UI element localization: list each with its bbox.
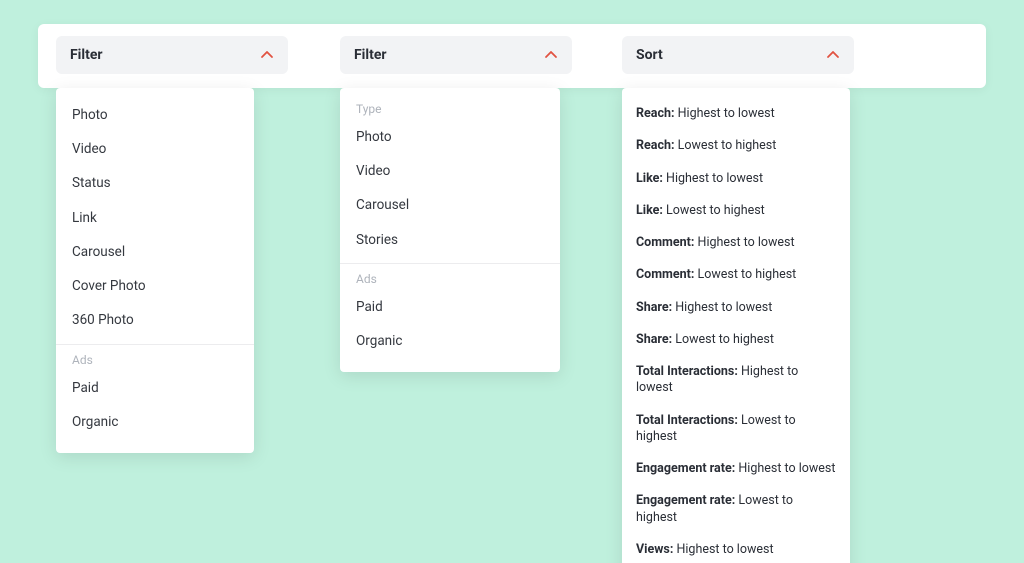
filter-toggle-2[interactable]: Filter (340, 36, 572, 74)
sort-header-label: Sort (636, 47, 663, 63)
sort-item[interactable]: Engagement rate: Lowest to highest (622, 485, 850, 534)
sort-item[interactable]: Total Interactions: Lowest to highest (622, 405, 850, 454)
sort-item[interactable]: Like: Highest to lowest (622, 163, 850, 195)
filter-item[interactable]: Photo (340, 120, 560, 154)
sort-item[interactable]: Engagement rate: Highest to lowest (622, 453, 850, 485)
sort-item[interactable]: Comment: Lowest to highest (622, 259, 850, 291)
chevron-up-icon (826, 48, 840, 62)
sort-direction: Highest to lowest (698, 235, 795, 250)
sort-item[interactable]: Total Interactions: Highest to lowest (622, 356, 850, 405)
filter-item[interactable]: Stories (340, 223, 560, 257)
sort-metric: Share (636, 300, 669, 315)
sort-metric: Engagement rate (636, 461, 732, 476)
filter-item[interactable]: Carousel (56, 235, 254, 269)
sort-toggle[interactable]: Sort (622, 36, 854, 74)
sort-metric: Comment (636, 235, 691, 250)
sort-direction: Highest to lowest (666, 171, 763, 186)
sort-metric: Views (636, 542, 670, 557)
filter-header-1-label: Filter (70, 47, 103, 63)
filter-column-2: Filter Type Photo Video Carousel Stories… (340, 24, 572, 372)
filter-toggle-1[interactable]: Filter (56, 36, 288, 74)
sort-metric: Reach (636, 138, 671, 153)
sort-item[interactable]: Share: Lowest to highest (622, 324, 850, 356)
filter-item[interactable]: Link (56, 201, 254, 235)
sort-direction: Highest to lowest (675, 300, 772, 315)
filter-group-label-type: Type (340, 98, 560, 120)
sort-direction: Lowest to highest (678, 138, 777, 153)
filter-column-1: Filter Photo Video Status Link Carousel … (56, 24, 288, 453)
filter-item[interactable]: Paid (56, 371, 254, 405)
sort-item[interactable]: Share: Highest to lowest (622, 292, 850, 324)
filter-item[interactable]: Status (56, 166, 254, 200)
filter-item[interactable]: Carousel (340, 188, 560, 222)
filter-item[interactable]: Video (340, 154, 560, 188)
sort-metric: Comment (636, 267, 691, 282)
sort-item[interactable]: Reach: Highest to lowest (622, 98, 850, 130)
filter-item[interactable]: Photo (56, 98, 254, 132)
filter-item[interactable]: 360 Photo (56, 303, 254, 337)
sort-item[interactable]: Like: Lowest to highest (622, 195, 850, 227)
sort-item[interactable]: Reach: Lowest to highest (622, 130, 850, 162)
sort-metric: Like (636, 171, 659, 186)
sort-direction: Highest to lowest (678, 106, 775, 121)
sort-metric: Like (636, 203, 659, 218)
sort-column: Sort Reach: Highest to lowest Reach: Low… (622, 24, 854, 563)
sort-direction: Lowest to highest (675, 332, 774, 347)
filter-item[interactable]: Organic (56, 405, 254, 439)
chevron-up-icon (544, 48, 558, 62)
sort-item[interactable]: Comment: Highest to lowest (622, 227, 850, 259)
sort-direction: Lowest to highest (666, 203, 765, 218)
sort-direction: Highest to lowest (738, 461, 835, 476)
sort-direction: Lowest to highest (698, 267, 797, 282)
sort-metric: Engagement rate (636, 493, 732, 508)
sort-metric: Reach (636, 106, 671, 121)
filter-item[interactable]: Organic (340, 324, 560, 358)
filter-dropdown-2: Type Photo Video Carousel Stories Ads Pa… (340, 88, 560, 372)
filter-item[interactable]: Paid (340, 290, 560, 324)
sort-metric: Total Interactions (636, 413, 734, 428)
filter-item[interactable]: Cover Photo (56, 269, 254, 303)
filter-group-label-ads: Ads (340, 263, 560, 290)
sort-metric: Total Interactions (636, 364, 734, 379)
filter-item[interactable]: Video (56, 132, 254, 166)
filter-header-2-label: Filter (354, 47, 387, 63)
sort-item[interactable]: Views: Highest to lowest (622, 534, 850, 563)
sort-metric: Share (636, 332, 669, 347)
filter-group-label-ads: Ads (56, 344, 254, 371)
sort-dropdown: Reach: Highest to lowest Reach: Lowest t… (622, 88, 850, 563)
sort-direction: Highest to lowest (676, 542, 773, 557)
filter-dropdown-1: Photo Video Status Link Carousel Cover P… (56, 88, 254, 453)
chevron-up-icon (260, 48, 274, 62)
